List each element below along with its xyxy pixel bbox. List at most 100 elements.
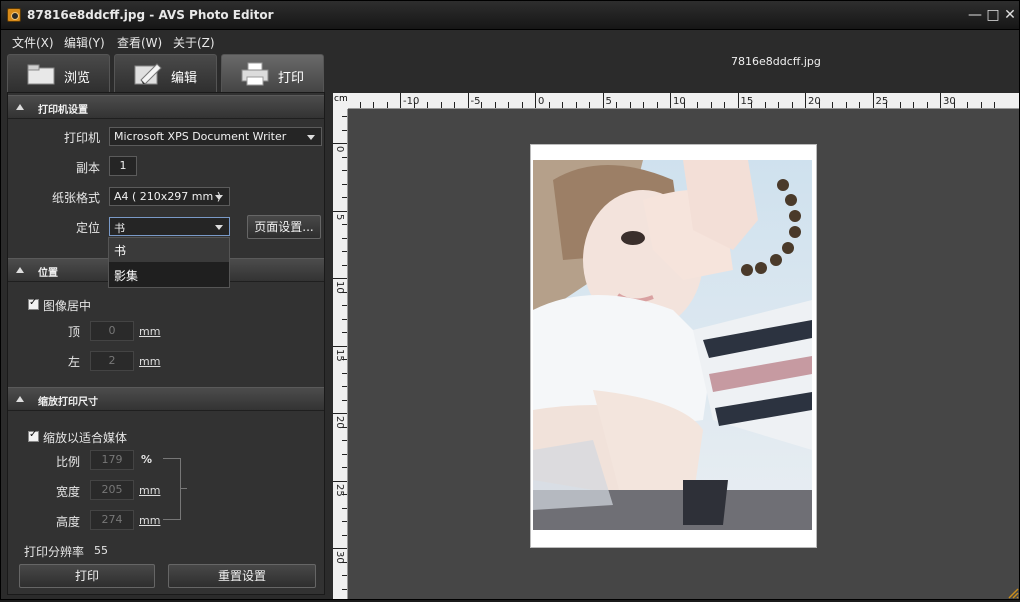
ruler-minor-tick xyxy=(386,102,388,108)
top-unit: mm xyxy=(139,325,161,338)
paper-format-select[interactable]: A4 ( 210x297 mm ) xyxy=(109,187,230,206)
ruler-minor-tick xyxy=(791,102,793,108)
ruler-minor-tick xyxy=(342,372,347,374)
ruler-minor-tick xyxy=(342,318,347,320)
collapse-triangle-icon xyxy=(16,267,24,273)
ruler-minor-tick xyxy=(373,102,374,108)
ruler-minor-tick xyxy=(967,102,968,108)
center-image-checkbox[interactable] xyxy=(28,297,39,310)
printer-settings-header[interactable]: 打印机设置 xyxy=(8,95,324,119)
ruler-minor-tick xyxy=(764,102,766,108)
orientation-option-album[interactable]: 影集 xyxy=(109,263,229,287)
ruler-minor-tick xyxy=(926,102,928,108)
ruler-tick-label: -10 xyxy=(403,96,420,107)
ruler-minor-tick xyxy=(342,467,347,468)
ratio-unit: % xyxy=(141,453,153,466)
menu-file[interactable]: 文件(X) xyxy=(12,34,54,51)
ruler-minor-tick xyxy=(342,332,347,333)
ruler-minor-tick xyxy=(535,93,536,108)
ruler-minor-tick xyxy=(400,93,401,108)
ruler-minor-tick xyxy=(629,102,631,108)
window-title: 87816e8ddcff.jpg - AVS Photo Editor xyxy=(27,8,274,22)
ruler-minor-tick xyxy=(333,480,347,482)
ruler-minor-tick xyxy=(778,102,779,108)
title-bar[interactable]: 87816e8ddcff.jpg - AVS Photo Editor — □ … xyxy=(1,1,1019,30)
height-input[interactable]: 274 xyxy=(90,510,134,530)
menu-view[interactable]: 查看(W) xyxy=(117,34,162,51)
resize-grip-icon[interactable] xyxy=(1007,587,1019,599)
ruler-minor-tick xyxy=(724,102,725,108)
ruler-minor-tick xyxy=(342,534,347,536)
ruler-minor-tick xyxy=(342,386,347,387)
ruler-minor-tick xyxy=(521,102,523,108)
ruler-minor-tick xyxy=(697,102,698,108)
collapse-triangle-icon xyxy=(16,104,24,110)
width-unit: mm xyxy=(139,484,161,497)
scale-header[interactable]: 缩放打印尺寸 xyxy=(8,387,324,411)
page-setup-button[interactable]: 页面设置... xyxy=(247,215,321,239)
print-button[interactable]: 打印 xyxy=(19,564,155,588)
ruler-minor-tick xyxy=(656,102,658,108)
ruler-minor-tick xyxy=(342,359,347,360)
ruler-minor-tick xyxy=(342,521,347,522)
photo-preview[interactable] xyxy=(533,160,812,530)
orientation-value: 书 xyxy=(114,222,125,235)
section-title: 打印机设置 xyxy=(38,105,88,116)
ruler-minor-tick xyxy=(342,197,347,198)
ruler-minor-tick xyxy=(333,143,347,144)
top-label: 顶 xyxy=(67,325,80,339)
ruler-minor-tick xyxy=(342,251,347,252)
tab-edit[interactable]: 编辑 xyxy=(114,54,217,92)
tab-print[interactable]: 打印 xyxy=(221,54,324,92)
ruler-minor-tick xyxy=(710,102,712,108)
minimize-icon[interactable]: — xyxy=(967,7,983,23)
maximize-icon[interactable]: □ xyxy=(985,7,1001,23)
ruler-minor-tick xyxy=(413,102,415,108)
ruler-unit: cm xyxy=(333,93,348,109)
ruler-minor-tick xyxy=(427,102,428,108)
ruler-minor-tick xyxy=(737,93,739,108)
printer-icon xyxy=(241,62,269,86)
orientation-select[interactable]: 书 xyxy=(109,217,230,236)
paper-format-label: 纸张格式 xyxy=(51,191,100,205)
ruler-minor-tick xyxy=(481,102,482,108)
printer-select[interactable]: Microsoft XPS Document Writer xyxy=(109,127,322,146)
ruler-minor-tick xyxy=(333,548,347,549)
tab-browse[interactable]: 浏览 xyxy=(7,54,110,92)
width-input[interactable]: 205 xyxy=(90,480,134,500)
ruler-minor-tick xyxy=(342,224,347,225)
file-name-caption: 7816e8ddcff.jpg xyxy=(731,55,821,68)
left-label: 左 xyxy=(67,355,80,369)
fit-media-checkbox[interactable] xyxy=(28,429,39,442)
ruler-minor-tick xyxy=(616,102,617,108)
ruler-minor-tick xyxy=(994,102,995,108)
ratio-input[interactable]: 179 xyxy=(90,450,134,470)
top-offset-input[interactable]: 0 xyxy=(90,321,134,341)
ruler-minor-tick xyxy=(494,102,496,108)
menu-about[interactable]: 关于(Z) xyxy=(173,34,215,51)
orientation-option-book[interactable]: 书 xyxy=(109,238,229,262)
aspect-link-stub xyxy=(181,488,187,489)
ruler-minor-tick xyxy=(980,102,982,108)
ruler-minor-tick xyxy=(359,102,361,108)
close-icon[interactable]: ✕ xyxy=(1002,7,1018,23)
left-unit: mm xyxy=(139,355,161,368)
ruler-minor-tick xyxy=(342,426,347,428)
ruler-minor-tick xyxy=(342,507,347,509)
ruler-minor-tick xyxy=(548,102,550,108)
ruler-minor-tick xyxy=(342,129,347,131)
ruler-minor-tick xyxy=(805,93,806,108)
left-offset-input[interactable]: 2 xyxy=(90,351,134,371)
ruler-minor-tick xyxy=(342,494,347,495)
ruler-minor-tick xyxy=(333,210,347,212)
ruler-tick-label: 5 xyxy=(334,213,345,220)
reset-settings-button[interactable]: 重置设置 xyxy=(168,564,316,588)
ruler-minor-tick xyxy=(845,102,847,108)
ruler-minor-tick xyxy=(575,102,577,108)
ruler-minor-tick xyxy=(643,102,644,108)
ruler-minor-tick xyxy=(342,116,347,117)
copies-input[interactable]: 1 xyxy=(109,156,137,176)
menu-edit[interactable]: 编辑(Y) xyxy=(64,34,105,51)
ruler-minor-tick xyxy=(342,399,347,401)
ruler-minor-tick xyxy=(602,93,604,108)
